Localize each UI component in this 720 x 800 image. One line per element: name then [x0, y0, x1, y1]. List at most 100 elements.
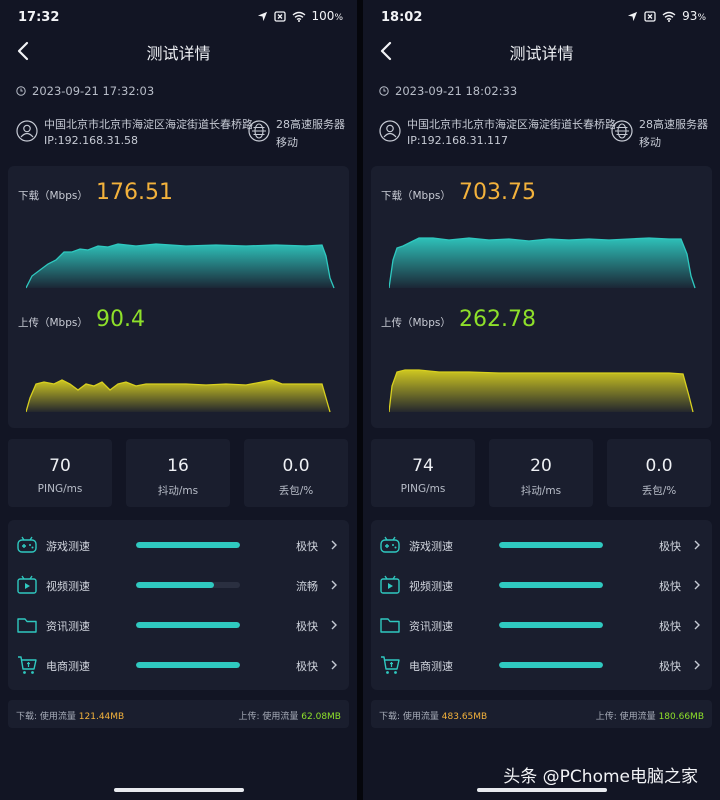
video-icon [380, 575, 400, 594]
test-progress-track [499, 662, 603, 668]
test-progress-track [499, 582, 603, 588]
test-row-ecommerce[interactable]: 电商测速 极快 [371, 645, 712, 685]
traffic-summary: 下载: 使用流量 483.65MB 上传: 使用流量 180.66MB [371, 700, 712, 728]
test-row-news[interactable]: 资讯测速 极快 [8, 605, 349, 645]
test-progress-track [136, 582, 240, 588]
speed-card: 下载（Mbps） 176.51 上传（Mbps） 90.4 [8, 166, 349, 428]
ping-stat: 74 PING/ms [371, 439, 475, 507]
packet-loss-value: 0.0 [282, 456, 310, 476]
test-row-video[interactable]: 视频测速 流畅 [8, 565, 349, 605]
chevron-right-icon [331, 620, 337, 630]
user-icon [16, 120, 38, 142]
server-name: 28高速服务器 [639, 118, 708, 131]
test-name: 资讯测速 [409, 620, 453, 633]
ping-value: 70 [49, 456, 71, 476]
test-progress-fill [136, 662, 240, 668]
test-status: 极快 [296, 660, 318, 673]
test-status: 流畅 [296, 580, 318, 593]
ping-label: PING/ms [400, 483, 446, 495]
packet-loss-label: 丢包/% [641, 485, 677, 497]
cart-icon [18, 656, 37, 674]
location-arrow-icon [257, 11, 267, 21]
download-traffic-value: 483.65MB [441, 712, 488, 722]
ip-address: IP:192.168.31.58 [44, 134, 139, 147]
server-name: 28高速服务器 [276, 118, 345, 131]
status-icons: 93% [627, 9, 706, 23]
test-row-video[interactable]: 视频测速 极快 [371, 565, 712, 605]
test-progress-track [136, 622, 240, 628]
test-row-news[interactable]: 资讯测速 极快 [371, 605, 712, 645]
test-row-game[interactable]: 游戏测速 极快 [371, 525, 712, 565]
video-icon [17, 575, 37, 594]
test-datetime: 2023-09-21 17:32:03 [16, 84, 154, 98]
server-isp: 移动 [639, 136, 661, 149]
home-indicator[interactable] [477, 788, 607, 792]
test-progress-fill [499, 542, 603, 548]
test-progress-track [136, 662, 240, 668]
test-name: 电商测速 [409, 660, 453, 673]
ping-label: PING/ms [37, 483, 83, 495]
location-arrow-icon [628, 11, 638, 21]
test-row-ecommerce[interactable]: 电商测速 极快 [8, 645, 349, 685]
folder-icon [17, 618, 37, 633]
home-indicator[interactable] [114, 788, 244, 792]
ping-value: 74 [412, 456, 434, 476]
battery-level: 93% [682, 9, 706, 23]
jitter-label: 抖动/ms [157, 485, 199, 497]
test-list: 游戏测速 极快 视频测速 极快 资讯测速 极快 电商测速 极快 [371, 520, 712, 690]
chevron-right-icon [331, 660, 337, 670]
location-address: 中国北京市北京市海淀区海淀街道长春桥路 [44, 118, 253, 131]
packet-loss-stat: 0.0 丢包/% [607, 439, 711, 507]
download-speed: 703.75 [459, 180, 536, 205]
phone-screen-right: 18:02 93% 测试详情 2023-09-21 18:02:33 中国北京市… [363, 0, 720, 800]
jitter-value: 16 [167, 456, 189, 476]
test-status: 极快 [296, 620, 318, 633]
speed-card: 下载（Mbps） 703.75 上传（Mbps） 262.78 [371, 166, 712, 428]
test-name: 视频测速 [46, 580, 90, 593]
globe-icon [611, 120, 633, 142]
battery-level: 100% [311, 9, 343, 23]
test-name: 游戏测速 [46, 540, 90, 553]
chevron-right-icon [694, 540, 700, 550]
upload-speed-chart [26, 379, 331, 413]
packet-loss-stat: 0.0 丢包/% [244, 439, 348, 507]
test-row-game[interactable]: 游戏测速 极快 [8, 525, 349, 565]
download-traffic: 下载: 使用流量 483.65MB [379, 712, 488, 722]
gamepad-icon [380, 536, 400, 553]
no-sim-icon [644, 10, 656, 22]
location-address: 中国北京市北京市海淀区海淀街道长春桥路 [407, 118, 616, 131]
page-title: 测试详情 [146, 44, 211, 63]
packet-loss-value: 0.0 [645, 456, 673, 476]
server-isp: 移动 [276, 136, 298, 149]
download-traffic-value: 121.44MB [78, 712, 125, 722]
download-traffic: 下载: 使用流量 121.44MB [16, 712, 125, 722]
stats-row: 74 PING/ms 20 抖动/ms 0.0 丢包/% [371, 439, 712, 507]
packet-loss-label: 丢包/% [278, 485, 314, 497]
phone-screen-left: 17:32 100% 测试详情 2023-09-21 17:32:03 中国北京… [0, 0, 357, 800]
datetime-text: 2023-09-21 17:32:03 [32, 84, 155, 98]
upload-speed: 90.4 [96, 307, 145, 332]
watermark: 头条 @PChome电脑之家 [503, 767, 698, 787]
test-name: 视频测速 [409, 580, 453, 593]
status-bar: 18:02 93% [363, 0, 720, 34]
upload-traffic: 上传: 使用流量 62.08MB [238, 712, 342, 722]
user-icon [379, 120, 401, 142]
nav-bar: 测试详情 [0, 34, 357, 68]
download-speed: 176.51 [96, 180, 173, 205]
upload-speed: 262.78 [459, 307, 536, 332]
location-info: 中国北京市北京市海淀区海淀街道长春桥路 IP:192.168.31.58 28高… [16, 112, 346, 152]
clock-icon [16, 86, 26, 96]
wifi-icon [292, 11, 305, 22]
no-sim-icon [273, 10, 286, 22]
test-list: 游戏测速 极快 视频测速 流畅 资讯测速 极快 电商测速 极快 [8, 520, 349, 690]
wifi-icon [662, 11, 676, 22]
chevron-right-icon [694, 620, 700, 630]
status-icons: 100% [257, 9, 343, 23]
test-status: 极快 [659, 540, 681, 553]
test-status: 极快 [659, 580, 681, 593]
jitter-stat: 20 抖动/ms [489, 439, 593, 507]
status-bar: 17:32 100% [0, 0, 357, 34]
jitter-value: 20 [530, 456, 552, 476]
download-speed-chart [389, 237, 696, 289]
globe-icon [248, 120, 270, 142]
